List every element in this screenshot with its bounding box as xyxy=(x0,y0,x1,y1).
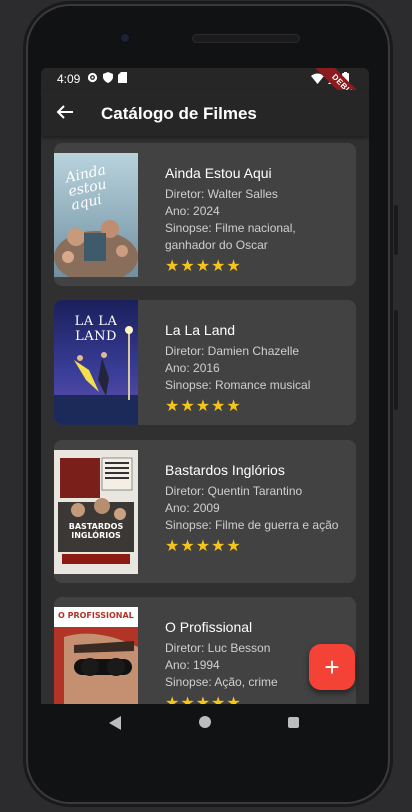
movie-year: Ano: 2016 xyxy=(165,361,220,375)
add-movie-button[interactable]: + xyxy=(309,644,355,690)
poster-title: LA LA LAND xyxy=(74,314,118,344)
movie-director: Diretor: Walter Salles xyxy=(165,187,278,201)
back-arrow-icon[interactable] xyxy=(55,102,75,122)
movie-title: Bastardos Inglórios xyxy=(165,462,285,478)
nav-recents-icon[interactable] xyxy=(288,717,299,728)
movie-card[interactable]: LA LA LAND La La Land Diretor: Damien Ch… xyxy=(54,300,356,425)
movie-year: Ano: 2024 xyxy=(165,204,220,218)
movie-poster: O PROFISSIONAL xyxy=(54,607,138,704)
movie-card[interactable]: Ainda estou aqui Ainda Estou Aqui Direto… xyxy=(54,143,356,286)
front-camera xyxy=(119,32,131,44)
earpiece-speaker xyxy=(192,34,300,43)
movie-title: O Profissional xyxy=(165,619,253,635)
settings-icon xyxy=(87,72,98,83)
rating-stars: ★★★★★ xyxy=(165,398,242,415)
poster-title: O PROFISSIONAL xyxy=(58,611,134,620)
movie-synopsis: Sinopse: Romance musical xyxy=(165,378,311,392)
movie-year: Ano: 2009 xyxy=(165,501,220,515)
movie-poster: LA LA LAND xyxy=(54,300,138,425)
status-bar: 4:09 DEBUG xyxy=(41,68,369,131)
page-title: Catálogo de Filmes xyxy=(101,104,257,123)
movie-card[interactable]: BASTARDOS INGLÓRIOS Bastardos Inglórios … xyxy=(54,440,356,583)
poster-title: BASTARDOS INGLÓRIOS xyxy=(68,522,124,540)
nav-home-icon[interactable] xyxy=(199,716,211,728)
status-time: 4:09 xyxy=(57,72,81,86)
movie-title: Ainda Estou Aqui xyxy=(165,165,272,181)
rating-stars: ★★★★★ xyxy=(165,538,242,555)
movie-director: Diretor: Quentin Tarantino xyxy=(165,484,303,498)
app-screen: 4:09 DEBUG Catálogo de Filmes Ainda esto… xyxy=(41,68,369,704)
system-nav-bar xyxy=(41,704,369,744)
movie-synopsis: Sinopse: Filme nacional, ganhador do Osc… xyxy=(165,221,296,252)
movie-poster: Ainda estou aqui xyxy=(54,153,138,277)
power-button xyxy=(394,310,398,410)
movie-poster: BASTARDOS INGLÓRIOS xyxy=(54,450,138,574)
app-bar: Catálogo de Filmes xyxy=(41,90,369,136)
nav-back-icon[interactable] xyxy=(109,716,121,730)
volume-button xyxy=(394,205,398,255)
movie-list[interactable]: Ainda estou aqui Ainda Estou Aqui Direto… xyxy=(41,136,369,704)
movie-title: La La Land xyxy=(165,322,236,338)
sd-card-icon xyxy=(118,72,127,83)
rating-stars: ★★★★★ xyxy=(165,258,242,275)
rating-stars: ★★★★★ xyxy=(165,695,242,704)
shield-icon xyxy=(103,72,113,83)
movie-director: Diretor: Damien Chazelle xyxy=(165,344,300,358)
movie-synopsis: Sinopse: Filme de guerra e ação xyxy=(165,518,339,532)
